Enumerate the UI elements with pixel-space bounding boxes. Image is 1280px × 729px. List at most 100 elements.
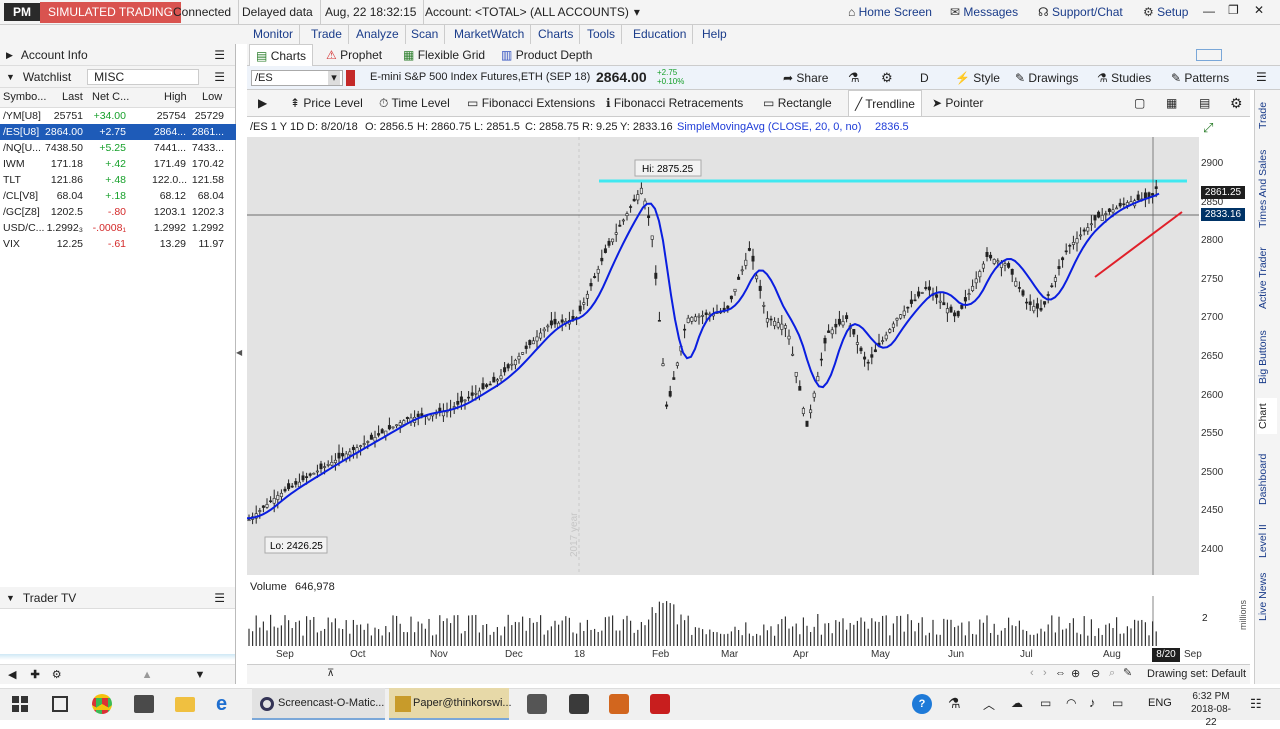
price-chart[interactable]: 2017 year Hi: 2875.25 Lo: 2426.25 bbox=[247, 137, 1199, 575]
add-icon[interactable]: ✚ bbox=[30, 668, 39, 681]
restore-icon[interactable]: ❐ bbox=[1228, 3, 1242, 17]
pdf-icon[interactable] bbox=[650, 694, 670, 714]
side-tab[interactable]: Active Trader bbox=[1257, 240, 1277, 316]
menu-icon[interactable]: ☰ bbox=[1256, 70, 1267, 84]
col-last[interactable]: Last bbox=[62, 88, 83, 106]
data-mode[interactable]: Delayed data bbox=[235, 0, 321, 25]
volume-chart[interactable] bbox=[247, 596, 1199, 646]
watchlist-row[interactable]: TLT 121.86 +.48 122.0... 121.58 bbox=[0, 172, 236, 188]
flask-icon[interactable]: ⚗ bbox=[848, 70, 860, 86]
zoom-out-icon[interactable]: ⊖ bbox=[1091, 667, 1100, 680]
rectangle-tool[interactable]: ▭ Rectangle bbox=[763, 90, 832, 117]
pointer-tool[interactable]: ➤ Pointer bbox=[932, 90, 983, 117]
side-tab[interactable]: Times And Sales bbox=[1257, 146, 1277, 232]
symbol-input[interactable]: /ES ▾ bbox=[251, 70, 343, 86]
time-level-tool[interactable]: ⏱ Time Level bbox=[379, 90, 450, 117]
watchlist-row[interactable]: VIX 12.25 -.61 13.29 11.97 bbox=[0, 236, 236, 252]
gear-icon[interactable]: ⚙ bbox=[881, 70, 893, 86]
app-icon[interactable] bbox=[569, 694, 589, 714]
pencil-icon[interactable]: ✎ bbox=[1123, 666, 1132, 679]
wifi-icon[interactable]: ◠ bbox=[1066, 696, 1076, 710]
price-axis[interactable]: 2900 2850 2800 2750 2700 2650 2600 2550 2500 2450… bbox=[1199, 137, 1250, 575]
symbol-link-icon[interactable] bbox=[346, 70, 355, 86]
studies-button[interactable]: ⚗ Studies bbox=[1097, 71, 1151, 85]
watchlist-row[interactable]: /GC[Z8] 1202.5 -.80 1203.1 1202.3 bbox=[0, 204, 236, 220]
notification-icon[interactable]: ☷ bbox=[1250, 696, 1262, 712]
side-tab[interactable]: Chart bbox=[1257, 398, 1277, 434]
col-high[interactable]: High bbox=[164, 88, 187, 106]
volume-icon[interactable]: ♪ bbox=[1089, 695, 1096, 710]
menu-icon[interactable]: ☰ bbox=[214, 587, 225, 609]
account-info-header[interactable]: ▶ Account Info ☰ bbox=[0, 44, 235, 66]
scroll-down-icon[interactable]: ▼ bbox=[194, 669, 205, 681]
menu-help[interactable]: Help bbox=[696, 25, 733, 44]
help-icon[interactable]: ? bbox=[912, 694, 932, 714]
chevron-up-icon[interactable]: ︿ bbox=[983, 696, 995, 713]
layout-icon[interactable] bbox=[1196, 49, 1222, 61]
chevron-down-icon[interactable]: ▼ bbox=[6, 66, 15, 88]
style-button[interactable]: ⚡ Style bbox=[955, 71, 1000, 85]
app-icon[interactable] bbox=[609, 694, 629, 714]
menu-analyze[interactable]: Analyze bbox=[350, 25, 406, 44]
file-explorer-icon[interactable] bbox=[175, 697, 195, 712]
magnify-icon[interactable]: ⌕ bbox=[1109, 667, 1115, 680]
watchlist-row[interactable]: /NQ[U... 7438.50 +5.25 7441... 7433... bbox=[0, 140, 236, 156]
drawing-set-label[interactable]: Drawing set: Default bbox=[1147, 668, 1246, 680]
scroll-handle-icon[interactable]: ⊼ bbox=[327, 668, 339, 680]
menu-scan[interactable]: Scan bbox=[405, 25, 446, 44]
tab-charts[interactable]: ▤ Charts bbox=[249, 44, 314, 66]
scroll-up-icon[interactable]: ▲ bbox=[142, 669, 153, 681]
account-selector[interactable]: Account: <TOTAL> (ALL ACCOUNTS) ▾ bbox=[418, 0, 647, 25]
watchlist-row[interactable]: IWM 171.18 +.42 171.49 170.42 bbox=[0, 156, 236, 172]
close-icon[interactable]: ✕ bbox=[1254, 3, 1268, 17]
menu-education[interactable]: Education bbox=[627, 25, 694, 44]
maximize-icon[interactable]: ▢ bbox=[1134, 90, 1145, 117]
setup-button[interactable]: ⚙ Setup bbox=[1143, 0, 1188, 25]
watchlist-row[interactable]: USD/C... 1.2992₃ -.0008₁ 1.2992 1.2992 bbox=[0, 220, 236, 236]
side-tab[interactable]: Big Buttons bbox=[1257, 324, 1277, 390]
watchlist-row[interactable]: /YM[U8] 25751 +34.00 25754 25729 bbox=[0, 108, 236, 124]
zoom-in-icon[interactable]: ⊕ bbox=[1071, 667, 1080, 680]
gear-icon[interactable]: ⚙ bbox=[1230, 90, 1243, 117]
expand-icon[interactable]: ⤢ bbox=[1203, 118, 1213, 137]
layout-toggle-icon[interactable]: ▤ bbox=[1199, 90, 1210, 117]
scroll-left-icon[interactable]: ‹ bbox=[1030, 667, 1034, 679]
gear-icon[interactable]: ⚙ bbox=[52, 668, 62, 681]
taskbar-thinkorswim-app[interactable]: Paper@thinkorswi... bbox=[389, 688, 512, 720]
messages-button[interactable]: ✉ Messages bbox=[950, 0, 1018, 25]
watchlist-row[interactable]: /ES[U8] 2864.00 +2.75 2864... 2861... bbox=[0, 124, 236, 140]
watchlist-row[interactable]: /CL[V8] 68.04 +.18 68.12 68.04 bbox=[0, 188, 236, 204]
trendline-tool[interactable]: ╱ Trendline bbox=[848, 90, 922, 117]
pan-icon[interactable]: ⇔ bbox=[1055, 667, 1066, 679]
watchlist-selector[interactable]: MISC bbox=[87, 68, 200, 85]
store-icon[interactable] bbox=[134, 695, 154, 713]
fibonacci-retracements-tool[interactable]: ℹ Fibonacci Retracements bbox=[606, 90, 743, 117]
pin-icon[interactable]: ▶ bbox=[258, 90, 267, 117]
app-icon[interactable] bbox=[527, 694, 547, 714]
edge-icon[interactable]: e bbox=[216, 693, 227, 716]
task-view-icon[interactable] bbox=[52, 696, 68, 712]
menu-icon[interactable]: ☰ bbox=[214, 44, 225, 66]
price-level-tool[interactable]: ⇞ Price Level bbox=[290, 90, 363, 117]
tab-prophet[interactable]: ⚠ Prophet bbox=[320, 44, 388, 66]
menu-trade[interactable]: Trade bbox=[305, 25, 349, 44]
tab-product-depth[interactable]: ▥ Product Depth bbox=[495, 44, 598, 66]
fibonacci-extensions-tool[interactable]: ▭ Fibonacci Extensions bbox=[467, 90, 595, 117]
menu-marketwatch[interactable]: MarketWatch bbox=[448, 25, 532, 44]
share-button[interactable]: ➦ Share bbox=[783, 71, 828, 85]
side-tab[interactable]: Trade bbox=[1257, 98, 1277, 132]
monitor-icon[interactable]: ▭ bbox=[1040, 696, 1051, 710]
patterns-button[interactable]: ✎ Patterns bbox=[1171, 71, 1229, 85]
grid-layout-icon[interactable]: ▦ bbox=[1166, 90, 1177, 117]
home-screen-button[interactable]: ⌂ Home Screen bbox=[848, 0, 932, 25]
simulated-trading-badge[interactable]: SIMULATED TRADING bbox=[40, 2, 181, 23]
tab-flexible-grid[interactable]: ▦ Flexible Grid bbox=[397, 44, 491, 66]
period-button[interactable]: D bbox=[920, 71, 929, 85]
col-symbol[interactable]: Symbo... bbox=[3, 88, 46, 106]
taskbar-screencast-app[interactable]: Screencast-O-Matic... bbox=[252, 688, 385, 720]
battery-icon[interactable]: ▭ bbox=[1112, 696, 1123, 710]
scroll-right-icon[interactable]: › bbox=[1043, 667, 1047, 679]
panel-collapse-handle[interactable]: ◀ bbox=[236, 348, 242, 357]
col-net-change[interactable]: Net C... bbox=[92, 88, 129, 106]
time-axis[interactable]: Sep Oct Nov Dec 18 Feb Mar Apr May Jun Jul Aug Sep bbox=[247, 646, 1250, 664]
